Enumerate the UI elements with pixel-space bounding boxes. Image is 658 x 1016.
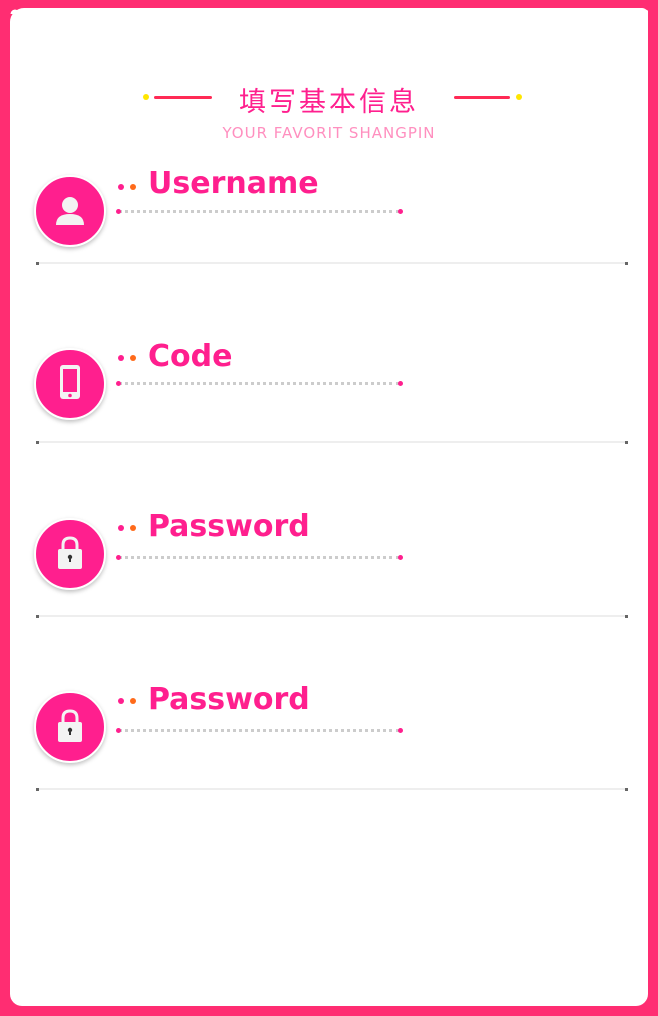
label-underline xyxy=(116,728,403,733)
lock-icon xyxy=(58,709,82,742)
password-input[interactable] xyxy=(118,567,622,603)
password-field: Password xyxy=(10,501,648,621)
code-input[interactable] xyxy=(118,393,622,429)
header: 填写基本信息 xyxy=(10,80,648,120)
confirm-password-avatar xyxy=(34,691,106,763)
field-divider xyxy=(36,615,628,618)
label-underline xyxy=(116,209,403,214)
code-label: Code xyxy=(148,339,233,374)
phone-icon xyxy=(60,365,80,399)
label-underline xyxy=(116,555,403,560)
code-avatar xyxy=(34,348,106,420)
password-label: Password xyxy=(148,509,310,544)
confirm-password-field: Password xyxy=(10,674,648,794)
form-card: 填写基本信息 YOUR FAVORIT SHANGPIN Username Co… xyxy=(10,8,648,1006)
lock-icon xyxy=(58,536,82,569)
field-divider xyxy=(36,262,628,265)
page-title: 填写基本信息 xyxy=(239,87,419,118)
username-field: Username xyxy=(10,158,648,278)
decor-dot-right xyxy=(516,94,522,100)
user-avatar xyxy=(34,175,106,247)
username-input[interactable] xyxy=(118,220,622,256)
confirm-password-input[interactable] xyxy=(118,740,622,776)
decor-line-right xyxy=(454,96,510,99)
page-subtitle: YOUR FAVORIT SHANGPIN xyxy=(222,124,436,142)
confirm-password-label: Password xyxy=(148,682,310,717)
field-divider xyxy=(36,441,628,444)
password-avatar xyxy=(34,518,106,590)
field-divider xyxy=(36,788,628,791)
username-label: Username xyxy=(148,166,319,201)
code-field: Code xyxy=(10,331,648,451)
user-icon xyxy=(56,197,84,225)
label-underline xyxy=(116,381,403,386)
